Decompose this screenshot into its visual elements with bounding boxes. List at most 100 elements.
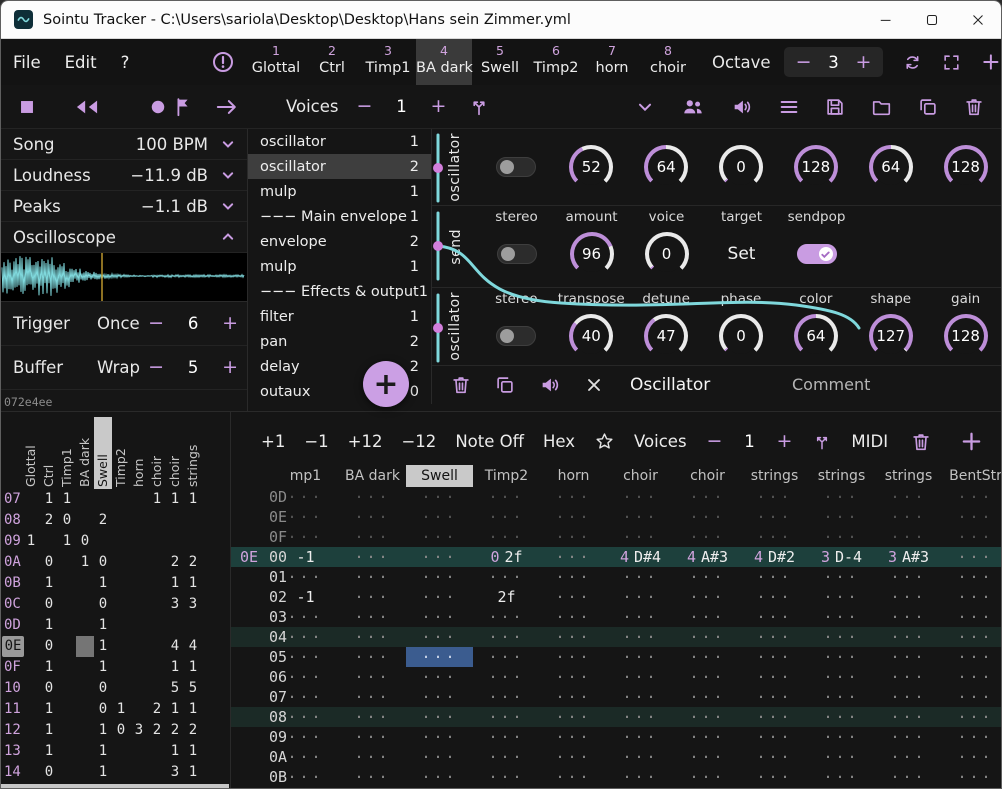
pattern-cell[interactable]: ··· bbox=[808, 567, 875, 587]
pattern-cell[interactable]: ··· bbox=[942, 667, 1001, 687]
pattern-cell[interactable]: ··· bbox=[540, 567, 607, 587]
pattern-cell[interactable]: ··· bbox=[607, 587, 674, 607]
record-icon[interactable] bbox=[148, 97, 168, 117]
pattern-cell[interactable]: ··· bbox=[339, 507, 406, 527]
oscilloscope-row[interactable]: Oscilloscope bbox=[1, 222, 247, 253]
song-grid-cell[interactable]: 1 bbox=[22, 531, 40, 552]
unit-list-item[interactable]: envelope2 bbox=[248, 229, 431, 254]
track-tab-horn[interactable]: 7horn bbox=[584, 39, 640, 85]
pattern-cell[interactable]: ··· bbox=[741, 607, 808, 627]
users-icon[interactable] bbox=[680, 96, 706, 118]
pattern-cell[interactable]: ··· bbox=[406, 627, 473, 647]
pattern-cell[interactable]: ··· bbox=[942, 767, 1001, 787]
pattern-cell[interactable]: ··· bbox=[674, 747, 741, 767]
pattern-cell[interactable]: ··· bbox=[406, 507, 473, 527]
menu-file[interactable]: File bbox=[1, 53, 53, 72]
pattern-cell[interactable]: ··· bbox=[942, 527, 1001, 547]
copy-icon[interactable] bbox=[917, 96, 939, 118]
pattern-cell[interactable]: ··· bbox=[808, 767, 875, 787]
pattern-cell[interactable]: ··· bbox=[674, 767, 741, 787]
song-grid-cell[interactable]: 1 bbox=[40, 699, 58, 720]
pattern-cell[interactable]: ··· bbox=[272, 767, 339, 787]
knob-param[interactable]: 0 bbox=[719, 145, 763, 189]
peaks-row[interactable]: Peaks −1.1 dB bbox=[1, 191, 247, 222]
add-unit-button[interactable]: + bbox=[363, 361, 409, 407]
pattern-cell[interactable]: ··· bbox=[272, 707, 339, 727]
pattern-cell[interactable]: ··· bbox=[607, 567, 674, 587]
pattern-cell[interactable]: ··· bbox=[741, 587, 808, 607]
pattern-cell[interactable]: ··· bbox=[339, 627, 406, 647]
menu-help[interactable]: ? bbox=[109, 53, 142, 72]
song-grid-cell[interactable]: 1 bbox=[166, 741, 184, 762]
pattern-cell[interactable]: ··· bbox=[674, 587, 741, 607]
pattern-cell[interactable]: ··· bbox=[808, 687, 875, 707]
unit-list-item[interactable]: pan2 bbox=[248, 329, 431, 354]
pattern-cell[interactable]: ··· bbox=[674, 507, 741, 527]
toggle-unit[interactable] bbox=[496, 157, 536, 177]
pattern-cell[interactable]: ··· bbox=[272, 647, 339, 667]
song-grid-cell[interactable]: 1 bbox=[184, 699, 202, 720]
song-grid-cell[interactable]: 1 bbox=[40, 615, 58, 636]
pattern-cell[interactable]: ··· bbox=[942, 547, 1001, 567]
pattern-cell[interactable]: ··· bbox=[339, 607, 406, 627]
buffer-minus-button[interactable]: − bbox=[148, 358, 164, 377]
knob-detune[interactable]: 47 bbox=[644, 314, 688, 358]
song-grid-cell[interactable]: 2 bbox=[184, 720, 202, 741]
song-grid-cell[interactable]: 2 bbox=[166, 552, 184, 573]
song-grid-cell[interactable]: 5 bbox=[184, 678, 202, 699]
stop-icon[interactable] bbox=[16, 96, 38, 118]
flag-icon[interactable] bbox=[172, 96, 194, 118]
pattern-cell[interactable]: ··· bbox=[808, 507, 875, 527]
pattern-cell[interactable]: ··· bbox=[540, 507, 607, 527]
loudness-row[interactable]: Loudness −11.9 dB bbox=[1, 160, 247, 191]
pattern-cell[interactable]: ··· bbox=[406, 587, 473, 607]
pattern-cell[interactable]: ··· bbox=[406, 547, 473, 567]
set-target-button[interactable]: Set bbox=[728, 244, 756, 264]
pattern-cell[interactable]: ··· bbox=[339, 747, 406, 767]
solo-speaker-icon[interactable] bbox=[538, 374, 562, 396]
track-tab-ba-dark[interactable]: 4BA dark bbox=[416, 39, 472, 85]
song-col-header-choir[interactable]: choir bbox=[167, 456, 182, 487]
pattern-cell[interactable]: ··· bbox=[339, 707, 406, 727]
pattern-cell[interactable]: ··· bbox=[942, 567, 1001, 587]
song-grid-cell[interactable]: 2 bbox=[148, 699, 166, 720]
track-tab-swell[interactable]: 5Swell bbox=[472, 39, 528, 85]
trigger-plus-button[interactable]: + bbox=[222, 314, 238, 333]
pattern-cell[interactable]: ··· bbox=[808, 747, 875, 767]
pattern-cell[interactable]: ··· bbox=[942, 587, 1001, 607]
pattern-cell[interactable]: ··· bbox=[808, 727, 875, 747]
pattern-cell[interactable]: -1 bbox=[272, 547, 339, 567]
pattern-cell[interactable]: ··· bbox=[540, 687, 607, 707]
pattern-cell[interactable]: ··· bbox=[607, 767, 674, 787]
pattern-cell[interactable]: ··· bbox=[339, 527, 406, 547]
minimize-button[interactable] bbox=[863, 1, 909, 38]
pattern-cell[interactable]: ··· bbox=[272, 667, 339, 687]
knob-phase[interactable]: 0 bbox=[719, 314, 763, 358]
pattern-cell[interactable]: ··· bbox=[875, 767, 942, 787]
pattern-cell[interactable]: ··· bbox=[339, 727, 406, 747]
song-grid-cell[interactable]: 1 bbox=[166, 573, 184, 594]
pattern-cell[interactable]: 4D#4 bbox=[607, 547, 674, 567]
pattern-cell[interactable]: ··· bbox=[272, 507, 339, 527]
pattern-cell[interactable]: ··· bbox=[540, 487, 607, 507]
pattern-cell[interactable]: ··· bbox=[406, 647, 473, 667]
pattern-cell[interactable]: 3A#3 bbox=[875, 547, 942, 567]
pattern-cell[interactable]: ··· bbox=[942, 507, 1001, 527]
pattern-cell[interactable]: ··· bbox=[808, 647, 875, 667]
unit-list-item[interactable]: oscillator2 bbox=[248, 154, 431, 179]
pattern-cell[interactable]: ··· bbox=[942, 687, 1001, 707]
song-grid-cell[interactable]: 0 bbox=[40, 594, 58, 615]
pattern-cell[interactable]: ··· bbox=[875, 627, 942, 647]
pattern-cell[interactable]: ··· bbox=[875, 647, 942, 667]
song-grid-cell[interactable]: 0 bbox=[40, 552, 58, 573]
song-grid-cell[interactable]: 1 bbox=[94, 741, 112, 762]
pattern-cell[interactable]: 02f bbox=[473, 547, 540, 567]
toggle-stereo[interactable] bbox=[496, 326, 536, 346]
menu-icon[interactable] bbox=[778, 96, 800, 118]
pattern-cell[interactable]: ··· bbox=[540, 707, 607, 727]
song-col-header-strings[interactable]: strings bbox=[185, 445, 200, 487]
pattern-cell[interactable]: ··· bbox=[540, 767, 607, 787]
pattern-cell[interactable]: ··· bbox=[272, 487, 339, 507]
save-icon[interactable] bbox=[824, 96, 846, 118]
song-grid-cell[interactable]: 1 bbox=[184, 762, 202, 783]
